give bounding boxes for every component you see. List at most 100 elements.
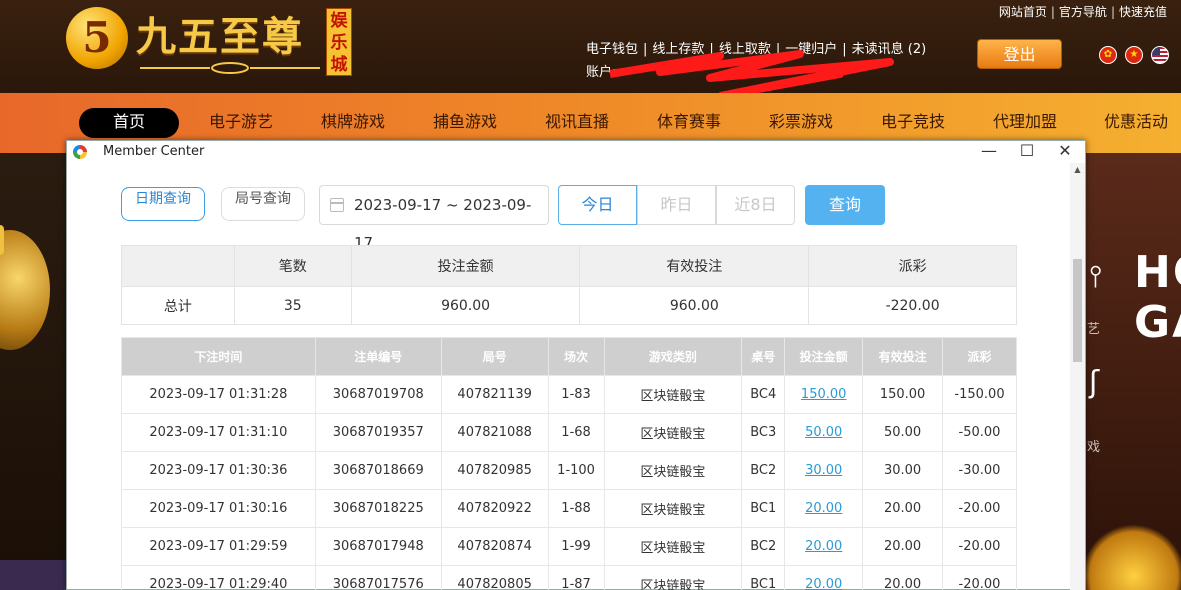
summary-header: 有效投注 <box>579 245 810 287</box>
table-id: BC4 <box>741 375 786 414</box>
summary-cell: 960.00 <box>350 286 581 325</box>
payout: -150.00 <box>942 375 1017 414</box>
member-center-window: Member Center — ☐ ✕ 日期查询 局号查询 2023-09-17… <box>66 140 1086 590</box>
bet-id: 30687019357 <box>314 413 442 452</box>
top-link-home[interactable]: 网站首页 <box>999 5 1047 19</box>
bet-id: 30687017948 <box>314 527 442 566</box>
bet-amount-link[interactable]: 20.00 <box>784 527 864 566</box>
summary-header: 投注金额 <box>350 245 581 287</box>
nav-item-agent[interactable]: 代理加盟 <box>979 108 1071 138</box>
minimize-button[interactable]: — <box>970 141 1008 163</box>
nav-item-promos[interactable]: 优惠活动 <box>1091 108 1181 138</box>
gold-bar-decoration <box>0 225 4 255</box>
today-button[interactable]: 今日 <box>558 185 637 225</box>
logout-button[interactable]: 登出 <box>977 39 1062 69</box>
logo-badge-char: 城 <box>330 55 348 75</box>
detail-header[interactable]: 下注时间 <box>121 337 316 376</box>
detail-header[interactable]: 注单编号 <box>314 337 442 376</box>
vertical-scrollbar[interactable]: ▲ <box>1070 163 1085 590</box>
yesterday-button[interactable]: 昨日 <box>637 185 716 225</box>
game-type: 区块链骰宝 <box>603 527 743 566</box>
date-range-input[interactable]: 2023-09-17 ~ 2023-09-17 <box>319 185 549 252</box>
detail-header[interactable]: 投注金额 <box>784 337 864 376</box>
nav-item-slots[interactable]: 电子游艺 <box>195 108 287 138</box>
bet-amount-link[interactable]: 150.00 <box>784 375 864 414</box>
nav-item-lottery[interactable]: 彩票游戏 <box>755 108 847 138</box>
table-id: BC1 <box>741 489 786 528</box>
round-id: 407820985 <box>440 451 549 490</box>
session: 1-100 <box>547 451 605 490</box>
detail-header[interactable]: 派彩 <box>942 337 1017 376</box>
scroll-thumb[interactable] <box>1073 259 1082 362</box>
detail-header[interactable]: 游戏类别 <box>603 337 743 376</box>
bet-time: 2023-09-17 01:31:10 <box>121 413 316 452</box>
session: 1-88 <box>547 489 605 528</box>
bet-id: 30687017576 <box>314 565 442 590</box>
game-type: 区块链骰宝 <box>603 565 743 590</box>
promo-text-line: HO <box>1134 247 1181 298</box>
detail-header[interactable]: 场次 <box>547 337 605 376</box>
app-logo-icon <box>73 145 87 159</box>
member-center-content: 日期查询 局号查询 2023-09-17 ~ 2023-09-17 今日 昨日 … <box>67 163 1070 590</box>
session: 1-99 <box>547 527 605 566</box>
top-link-nav[interactable]: 官方导航 <box>1059 5 1107 19</box>
table-id: BC2 <box>741 527 786 566</box>
table-id: BC2 <box>741 451 786 490</box>
summary-header: 派彩 <box>808 245 1017 287</box>
bet-time: 2023-09-17 01:30:36 <box>121 451 316 490</box>
detail-header[interactable]: 局号 <box>440 337 549 376</box>
summary-table: 笔数 投注金额 有效投注 派彩 总计 35 960.00 960.00 -220… <box>121 245 1017 325</box>
logo-flourish-icon <box>140 62 320 74</box>
session: 1-87 <box>547 565 605 590</box>
bet-id: 30687018225 <box>314 489 442 528</box>
bet-time: 2023-09-17 01:29:59 <box>121 527 316 566</box>
promo-text-line: GA <box>1134 297 1181 348</box>
bet-amount-link[interactable]: 30.00 <box>784 451 864 490</box>
close-button[interactable]: ✕ <box>1046 141 1084 163</box>
payout: -50.00 <box>942 413 1017 452</box>
table-row: 2023-09-17 01:29:40 30687017576 40782080… <box>121 565 1017 590</box>
bet-detail-table: 下注时间 注单编号 局号 场次 游戏类别 桌号 投注金额 有效投注 派彩 202… <box>121 337 1017 590</box>
background-left <box>0 153 66 590</box>
logo-text[interactable]: 九五至尊 <box>136 4 304 62</box>
table-row: 2023-09-17 01:29:59 30687017948 40782087… <box>121 527 1017 566</box>
cn-flag-icon[interactable]: ★ <box>1125 46 1143 64</box>
hk-flag-icon[interactable]: ✿ <box>1099 46 1117 64</box>
us-flag-icon[interactable] <box>1151 46 1169 64</box>
nav-item-home[interactable]: 首页 <box>79 108 179 138</box>
date-range-value: 2023-09-17 ~ 2023-09-17 <box>354 196 532 252</box>
scroll-up-icon[interactable]: ▲ <box>1070 165 1085 174</box>
maximize-button[interactable]: ☐ <box>1008 141 1046 163</box>
top-link-recharge[interactable]: 快速充值 <box>1119 5 1167 19</box>
valid-bet: 20.00 <box>862 527 944 566</box>
bet-amount-link[interactable]: 50.00 <box>784 413 864 452</box>
bet-amount-link[interactable]: 20.00 <box>784 565 864 590</box>
window-title: Member Center <box>103 144 205 159</box>
bet-amount-link[interactable]: 20.00 <box>784 489 864 528</box>
logo-badge: 娱 乐 城 <box>326 8 352 76</box>
summary-row: 总计 35 960.00 960.00 -220.00 <box>121 286 1017 325</box>
bet-time: 2023-09-17 01:29:40 <box>121 565 316 590</box>
game-type: 区块链骰宝 <box>603 375 743 414</box>
top-links: 网站首页 | 官方导航 | 快速充值 <box>998 5 1167 19</box>
nav-item-esports[interactable]: 电子竞技 <box>867 108 959 138</box>
logo-mark[interactable]: 5 <box>66 7 128 69</box>
table-row: 2023-09-17 01:31:10 30687019357 40782108… <box>121 413 1017 452</box>
tab-round-query[interactable]: 局号查询 <box>221 187 305 221</box>
table-row: 2023-09-17 01:30:16 30687018225 40782092… <box>121 489 1017 528</box>
last-8-days-button[interactable]: 近8日 <box>716 185 795 225</box>
window-titlebar[interactable]: Member Center — ☐ ✕ <box>67 141 1085 163</box>
nav-item-live[interactable]: 视讯直播 <box>531 108 623 138</box>
table-id: BC1 <box>741 565 786 590</box>
payout: -20.00 <box>942 527 1017 566</box>
tab-date-query[interactable]: 日期查询 <box>121 187 205 221</box>
logo-badge-char: 娱 <box>330 11 348 31</box>
side-label-games: 戏 <box>1087 440 1101 455</box>
nav-item-sports[interactable]: 体育赛事 <box>643 108 735 138</box>
nav-item-chess[interactable]: 棋牌游戏 <box>307 108 399 138</box>
detail-header[interactable]: 桌号 <box>741 337 786 376</box>
payout: -30.00 <box>942 451 1017 490</box>
nav-item-fishing[interactable]: 捕鱼游戏 <box>419 108 511 138</box>
query-button[interactable]: 查询 <box>805 185 885 225</box>
detail-header[interactable]: 有效投注 <box>862 337 944 376</box>
